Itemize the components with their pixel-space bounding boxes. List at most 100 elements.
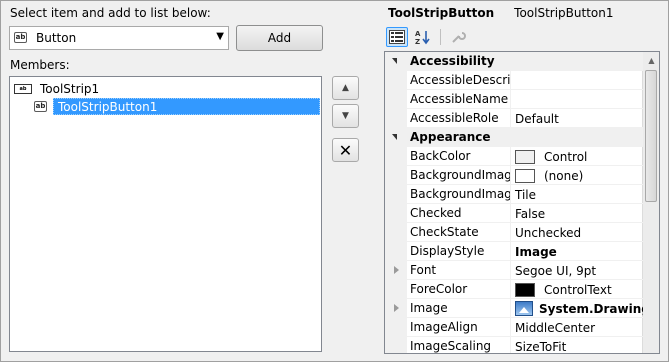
- collapse-icon[interactable]: [392, 134, 397, 140]
- property-row[interactable]: DisplayStyle Image: [385, 242, 643, 261]
- property-row[interactable]: CheckState Unchecked: [385, 223, 643, 242]
- button-icon: ab: [14, 32, 27, 43]
- alphabetical-icon: A Z: [415, 30, 430, 45]
- selected-object-type: ToolStripButton: [388, 6, 495, 20]
- property-value[interactable]: [511, 90, 643, 109]
- row-gutter: [385, 204, 407, 223]
- property-row[interactable]: Checked False: [385, 204, 643, 223]
- property-row[interactable]: AccessibleDescriptio: [385, 71, 643, 90]
- property-value[interactable]: Control: [511, 147, 643, 166]
- color-swatch: [515, 149, 535, 164]
- property-name: CheckState: [407, 223, 511, 242]
- row-gutter: [385, 185, 407, 204]
- delete-button[interactable]: ✕: [332, 138, 359, 162]
- property-row[interactable]: BackColor Control: [385, 147, 643, 166]
- property-name: Image: [407, 299, 511, 318]
- color-swatch: [515, 282, 535, 297]
- members-tree[interactable]: ab ToolStrip1 ab ToolStripButton1: [9, 76, 322, 352]
- scroll-up-icon[interactable]: ▲: [643, 52, 659, 69]
- tree-item-toolstrip[interactable]: ab ToolStrip1: [14, 79, 99, 98]
- property-row[interactable]: Font Segoe UI, 9pt: [385, 261, 643, 280]
- property-value-text: SizeToFit: [515, 339, 567, 354]
- categorized-button[interactable]: [386, 27, 408, 47]
- row-gutter: [385, 261, 407, 280]
- property-value[interactable]: Default: [511, 109, 643, 128]
- property-value[interactable]: False: [511, 204, 643, 223]
- scrollbar-thumb[interactable]: [645, 70, 657, 202]
- expand-icon[interactable]: [394, 266, 399, 274]
- property-value[interactable]: SizeToFit: [511, 337, 643, 354]
- row-gutter: [385, 147, 407, 166]
- tree-item-toolstripbutton[interactable]: ab ToolStripButton1: [34, 97, 320, 116]
- property-value[interactable]: ControlText: [511, 280, 643, 299]
- property-name: Font: [407, 261, 511, 280]
- row-gutter: [385, 337, 407, 353]
- property-row[interactable]: BackgroundImageL Tile: [385, 185, 643, 204]
- property-row[interactable]: ForeColor ControlText: [385, 280, 643, 299]
- property-name: BackColor: [407, 147, 511, 166]
- row-gutter: [385, 52, 407, 71]
- select-item-label: Select item and add to list below:: [10, 6, 211, 20]
- expand-icon[interactable]: [394, 304, 399, 312]
- row-gutter: [385, 71, 407, 90]
- property-value-text: Control: [544, 149, 588, 164]
- property-value[interactable]: Segoe UI, 9pt: [511, 261, 643, 280]
- collapse-icon[interactable]: [392, 58, 397, 64]
- property-pages-button[interactable]: [447, 27, 469, 47]
- property-name: ImageScaling: [407, 337, 511, 353]
- property-row[interactable]: BackgroundImage (none): [385, 166, 643, 185]
- members-label: Members:: [10, 58, 70, 72]
- property-value[interactable]: (none): [511, 166, 643, 185]
- row-gutter: [385, 242, 407, 261]
- property-row[interactable]: ImageAlign MiddleCenter: [385, 318, 643, 337]
- property-row[interactable]: Image System.Drawing.B: [385, 299, 643, 318]
- property-row[interactable]: ImageScaling SizeToFit: [385, 337, 643, 354]
- image-preview-icon: [515, 301, 533, 316]
- property-name: DisplayStyle: [407, 242, 511, 261]
- category-row[interactable]: Accessibility: [385, 52, 643, 71]
- property-value-text: ControlText: [544, 282, 612, 297]
- property-value-text: Image: [515, 244, 557, 259]
- row-gutter: [385, 223, 407, 242]
- property-value-text: Segoe UI, 9pt: [515, 263, 597, 278]
- move-down-button[interactable]: ▼: [332, 104, 359, 128]
- property-grid-title: ToolStripButton ToolStripButton1: [388, 6, 614, 20]
- property-value[interactable]: MiddleCenter: [511, 318, 643, 337]
- category-label: Accessibility: [410, 54, 495, 68]
- property-value-text: Tile: [515, 187, 537, 202]
- delete-icon: ✕: [338, 140, 353, 160]
- item-type-combobox[interactable]: ab Button ▼: [9, 26, 229, 50]
- chevron-down-icon[interactable]: ▼: [216, 31, 224, 42]
- row-gutter: [385, 280, 407, 299]
- button-icon: ab: [34, 101, 47, 112]
- wrench-icon: [452, 32, 466, 43]
- add-button[interactable]: Add: [236, 25, 323, 51]
- property-name: AccessibleName: [407, 90, 511, 109]
- row-gutter: [385, 318, 407, 337]
- vertical-scrollbar[interactable]: ▲: [642, 52, 659, 353]
- svg-text:A: A: [415, 30, 421, 38]
- tree-item-label: ToolStripButton1: [53, 98, 320, 115]
- alphabetical-button[interactable]: A Z: [412, 27, 434, 47]
- selected-object-name: ToolStripButton1: [514, 6, 614, 20]
- move-up-button[interactable]: ▲: [332, 76, 359, 100]
- property-grid[interactable]: ▲ AccessibilityAccessibleDescriptioAcces…: [384, 51, 660, 354]
- row-gutter: [385, 166, 407, 185]
- property-value-text: False: [515, 206, 546, 221]
- property-row[interactable]: AccessibleRole Default: [385, 109, 643, 128]
- property-value[interactable]: Tile: [511, 185, 643, 204]
- property-name: ImageAlign: [407, 318, 511, 337]
- property-value[interactable]: [511, 71, 643, 90]
- property-row[interactable]: AccessibleName: [385, 90, 643, 109]
- row-gutter: [385, 128, 407, 147]
- property-value-text: System.Drawing.B: [539, 301, 643, 316]
- property-value[interactable]: System.Drawing.B: [511, 299, 643, 318]
- row-gutter: [385, 299, 407, 318]
- property-value[interactable]: Unchecked: [511, 223, 643, 242]
- arrow-up-icon: ▲: [342, 83, 349, 93]
- property-value-text: MiddleCenter: [515, 320, 596, 335]
- row-gutter: [385, 109, 407, 128]
- toolbar-separator: [440, 29, 441, 45]
- property-value[interactable]: Image: [511, 242, 643, 261]
- category-row[interactable]: Appearance: [385, 128, 643, 147]
